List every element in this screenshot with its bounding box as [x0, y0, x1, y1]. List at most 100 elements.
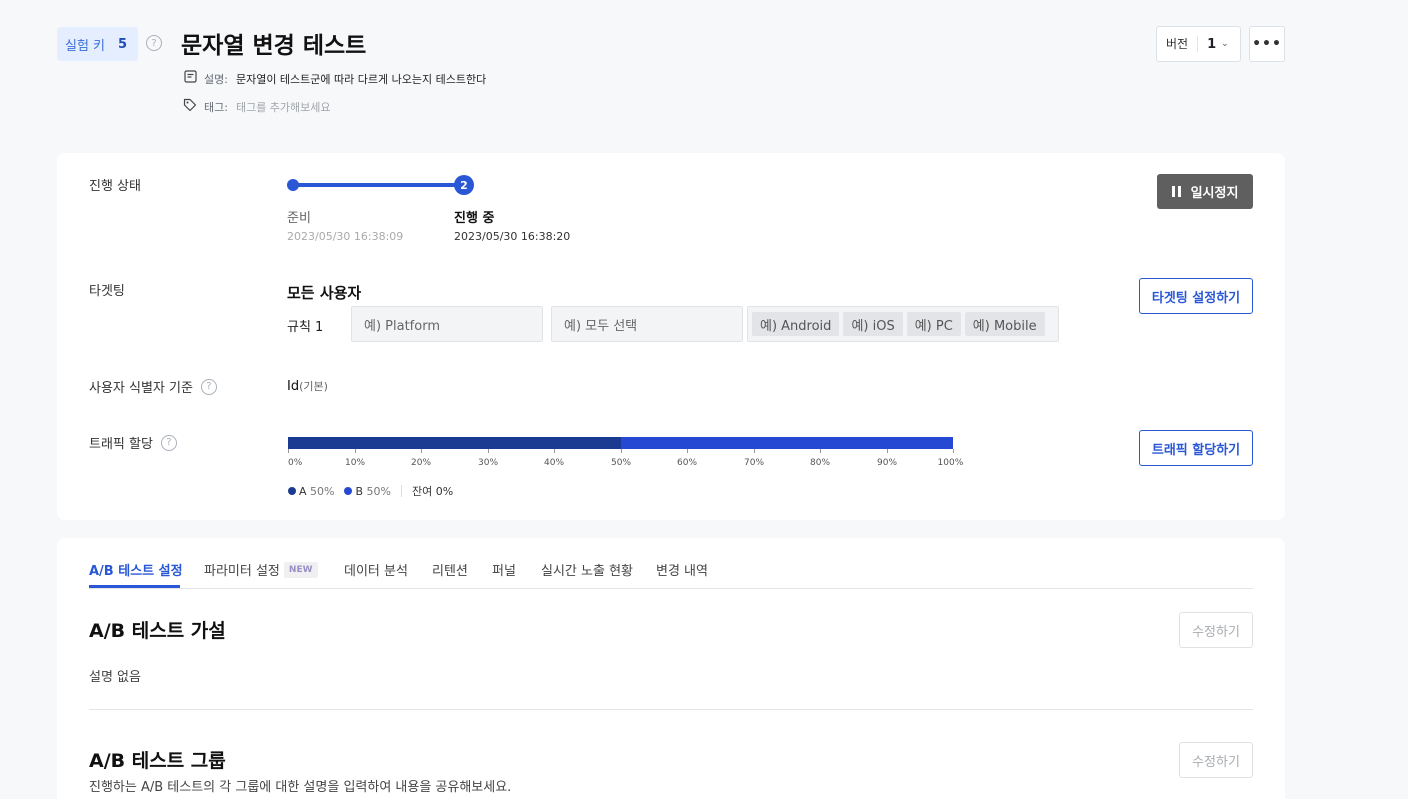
axis-tick-label: 90%: [876, 458, 898, 468]
axis-tick: [621, 449, 622, 453]
version-label: 버전: [1157, 36, 1199, 52]
legend-b-percent: 50%: [366, 484, 391, 498]
tab-parameter-settings[interactable]: 파라미터 설정 NEW: [204, 560, 318, 579]
chip-ios: 예) iOS: [843, 312, 903, 336]
experiment-key-value: 5: [118, 36, 128, 52]
rule-label: 규칙 1: [287, 320, 324, 335]
page-title: 문자열 변경 테스트: [181, 33, 367, 59]
tab-funnel[interactable]: 퍼널: [492, 560, 516, 579]
tag-icon: [182, 98, 198, 116]
version-select[interactable]: 버전 1 ⌄: [1156, 26, 1241, 62]
chip-mobile: 예) Mobile: [964, 312, 1045, 336]
axis-tick: [421, 449, 422, 453]
chip-pc: 예) PC: [906, 312, 961, 336]
step-dot-ready: [287, 179, 299, 191]
tab-data-analysis[interactable]: 데이터 분석: [344, 560, 408, 579]
traffic-segment-a: [288, 437, 621, 449]
hypothesis-edit-button[interactable]: 수정하기: [1179, 612, 1253, 648]
note-icon: [182, 70, 198, 87]
axis-tick-label: 10%: [344, 458, 366, 468]
tag-row: 태그: 태그를 추가해보세요: [182, 98, 331, 116]
axis-tick-label: 70%: [743, 458, 765, 468]
axis-tick-label: 80%: [809, 458, 831, 468]
step-ready-name: 준비: [287, 211, 311, 226]
groups-body: 진행하는 A/B 테스트의 각 그룹에 대한 설명을 입력하여 내용을 공유해보…: [89, 780, 512, 795]
identifier-suffix: (기본): [299, 380, 328, 393]
tag-input[interactable]: 태그를 추가해보세요: [236, 99, 331, 115]
axis-tick-label: 30%: [477, 458, 499, 468]
pause-button[interactable]: 일시정지: [1157, 174, 1253, 209]
step-running-time: 2023/05/30 16:38:20: [454, 230, 571, 243]
hypothesis-title: A/B 테스트 가설: [89, 620, 226, 642]
chevron-down-icon: ⌄: [1221, 39, 1229, 49]
axis-tick-label: 40%: [543, 458, 565, 468]
identifier-value-wrap: Id(기본): [287, 378, 328, 394]
axis-tick: [820, 449, 821, 453]
legend-b-name: B: [355, 484, 364, 498]
axis-tick-label: 100%: [937, 458, 964, 468]
axis-tick: [288, 449, 289, 453]
remaining-label: 잔여: [411, 485, 433, 498]
tab-active-indicator: [89, 585, 180, 588]
axis-tick-label: 0%: [288, 458, 303, 468]
identifier-row-label: 사용자 식별자 기준 ?: [89, 377, 217, 396]
identifier-value: Id: [287, 379, 300, 394]
description-value[interactable]: 문자열이 테스트군에 따라 다르게 나오는지 테스트한다: [236, 71, 486, 87]
axis-tick: [488, 449, 489, 453]
traffic-bar: [288, 437, 953, 449]
axis-tick: [887, 449, 888, 453]
step-number-running: 2: [454, 175, 474, 195]
tab-change-history[interactable]: 변경 내역: [656, 560, 708, 579]
step-running-name: 진행 중: [454, 211, 495, 226]
select-all-field[interactable]: 예) 모두 선택: [551, 306, 743, 342]
tab-retention[interactable]: 리텐션: [432, 560, 468, 579]
legend-divider: [400, 485, 402, 497]
pause-icon: [1171, 186, 1181, 197]
targeting-label: 타겟팅: [89, 284, 125, 299]
targeting-settings-button[interactable]: 타겟팅 설정하기: [1139, 278, 1253, 314]
remaining-value: 0%: [435, 484, 454, 498]
traffic-segment-b: [620, 437, 953, 449]
legend-a: A 50%: [288, 485, 334, 498]
progress-line: [293, 183, 463, 187]
axis-tick: [953, 449, 954, 453]
tab-parameter-label: 파라미터 설정: [204, 564, 280, 579]
traffic-allocate-button[interactable]: 트래픽 할당하기: [1139, 430, 1253, 466]
legend-a-dot: [288, 487, 296, 495]
values-field[interactable]: 예) Android 예) iOS 예) PC 예) Mobile: [747, 306, 1059, 342]
groups-edit-button[interactable]: 수정하기: [1179, 742, 1253, 778]
more-button[interactable]: •••: [1249, 26, 1285, 62]
hypothesis-body: 설명 없음: [89, 670, 141, 685]
tabs-divider: [89, 588, 1253, 589]
legend-b-dot: [344, 487, 353, 495]
tab-ab-settings[interactable]: A/B 테스트 설정: [89, 560, 183, 579]
axis-tick-label: 60%: [676, 458, 698, 468]
new-badge: NEW: [283, 561, 318, 578]
progress-label: 진행 상태: [89, 179, 141, 194]
traffic-legend: A 50% B 50% 잔여 0%: [288, 483, 453, 499]
platform-field[interactable]: 예) Platform: [351, 306, 543, 342]
legend-a-percent: 50%: [310, 484, 335, 498]
section-divider: [89, 709, 1253, 710]
targeting-audience: 모든 사용자: [287, 284, 362, 302]
identifier-label: 사용자 식별자 기준: [89, 381, 193, 396]
experiment-key-label: 실험 키: [65, 38, 106, 54]
legend-b: B 50%: [344, 485, 391, 498]
description-row: 설명: 문자열이 테스트군에 따라 다르게 나오는지 테스트한다: [182, 70, 486, 87]
help-icon[interactable]: ?: [200, 378, 217, 395]
tag-label: 태그:: [204, 101, 228, 114]
help-icon[interactable]: ?: [160, 434, 177, 451]
legend-a-name: A: [299, 484, 307, 498]
axis-tick: [754, 449, 755, 453]
axis-tick-label: 50%: [610, 458, 632, 468]
pause-label: 일시정지: [1190, 186, 1239, 201]
help-icon[interactable]: ?: [146, 35, 162, 51]
axis-tick: [687, 449, 688, 453]
tab-realtime-exposure[interactable]: 실시간 노출 현황: [541, 560, 633, 579]
traffic-label: 트래픽 할당: [89, 437, 153, 452]
axis-tick: [355, 449, 356, 453]
chip-android: 예) Android: [752, 312, 840, 336]
experiment-key-badge: 실험 키 5: [57, 27, 138, 61]
groups-title: A/B 테스트 그룹: [89, 750, 226, 772]
traffic-row-label: 트래픽 할당 ?: [89, 433, 177, 452]
